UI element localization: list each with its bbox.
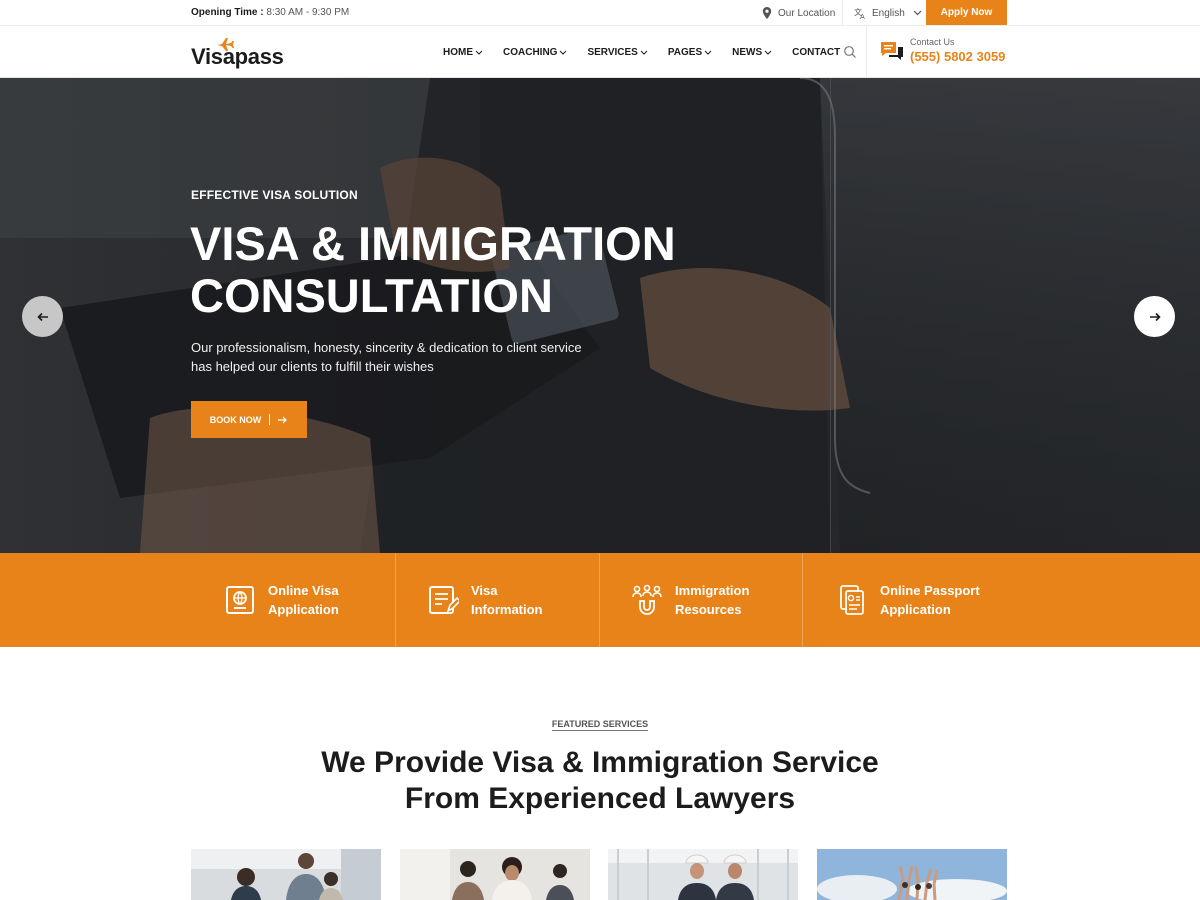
hero-description: Our professionalism, honesty, sincerity … [191,338,591,376]
service-card-image[interactable] [400,849,590,900]
button-divider [269,414,271,425]
nav-label: HOME [443,46,473,58]
nav-item-services[interactable]: SERVICES [587,26,648,78]
feature-label-line-1: Visa [471,583,498,598]
logo-text: Visapass [191,44,284,69]
nav-item-contact[interactable]: CONTACT [792,26,840,78]
arrow-left-icon [36,312,48,321]
nav-item-pages[interactable]: PAGES [668,26,712,78]
language-selector[interactable]: 文 A English [854,5,922,21]
passport-documents-icon [840,585,864,615]
contact-block[interactable]: Contact Us (555) 5802 3059 [880,37,1005,65]
feature-visa-information[interactable]: Visa Information [427,553,581,647]
nav-item-coaching[interactable]: COACHING [503,26,567,78]
hero-slider: EFFECTIVE VISA SOLUTION VISA & IMMIGRATI… [0,78,1200,553]
consultants-image [400,849,590,900]
feature-label-line-2: Information [471,602,543,617]
chevron-down-icon [475,50,483,55]
top-bar: Opening Time : 8:30 AM - 9:30 PM Our Loc… [0,0,1200,26]
section-title-line-2: From Experienced Lawyers [404,782,796,815]
map-pin-icon [762,7,772,19]
feature-immigration-resources[interactable]: Immigration Resources [631,553,785,647]
opening-time-label: Opening Time : [191,7,264,18]
svg-text:A: A [860,13,865,20]
section-eyebrow: FEATURED SERVICES [0,719,1200,731]
nav-label: SERVICES [587,46,638,58]
celebration-image [817,849,1007,900]
apply-now-button[interactable]: Apply Now [926,0,1007,25]
hero-description-line-1: Our professionalism, honesty, sincerity … [191,340,582,355]
language-label: English [872,7,905,19]
location-label: Our Location [778,7,836,19]
document-edit-icon [429,586,459,614]
people-magnet-icon [632,584,662,615]
service-card-image[interactable] [191,849,381,900]
hero-title: VISA & IMMIGRATION CONSULTATION [190,218,750,322]
nav-label: COACHING [503,46,558,58]
engineers-image [608,849,798,900]
team-meeting-image [191,849,381,900]
location-link[interactable]: Our Location [762,6,835,20]
service-card-image[interactable] [608,849,798,900]
feature-strip: Online Visa Application Visa Information… [0,553,1200,647]
hero-eyebrow: EFFECTIVE VISA SOLUTION [191,188,358,202]
topbar-divider [842,0,843,26]
header-divider [866,26,867,78]
slider-prev-button[interactable] [22,296,63,337]
chevron-down-icon [913,10,922,16]
airplane-icon [217,38,234,51]
service-card-image[interactable] [817,849,1007,900]
strip-divider [599,553,600,647]
contact-phone[interactable]: (555) 5802 3059 [910,48,1005,65]
translate-icon: 文 A [854,7,865,20]
chat-bubbles-icon [881,42,903,60]
section-eyebrow-text: FEATURED SERVICES [551,719,649,731]
nav-label: NEWS [732,46,763,58]
opening-time: Opening Time : 8:30 AM - 9:30 PM [191,7,349,18]
chevron-down-icon [560,50,567,55]
chevron-down-icon [704,50,712,55]
logo[interactable]: Visapass [191,37,291,69]
nav-item-home[interactable]: HOME [443,26,483,78]
search-icon[interactable] [843,45,857,59]
strip-divider [802,553,803,647]
feature-online-visa[interactable]: Online Visa Application [224,553,378,647]
nav-label: CONTACT [792,46,841,58]
section-title-line-1: We Provide Visa & Immigration Service [321,746,879,779]
book-now-button[interactable]: BOOK NOW [191,401,307,438]
chevron-down-icon [764,50,772,55]
feature-label-line-2: Application [268,602,339,617]
book-now-label: BOOK NOW [209,414,262,425]
feature-label-line-1: Immigration [675,583,750,598]
hero-title-line-1: VISA & IMMIGRATION [190,217,676,270]
arrow-right-icon [278,416,288,423]
feature-label-line-2: Resources [675,602,742,617]
feature-label-line-2: Application [880,602,951,617]
contact-label: Contact Us [910,37,955,47]
feature-online-passport[interactable]: Online Passport Application [836,553,990,647]
main-header: Visapass HOME COACHING SERVICES PAGES NE… [0,26,1200,78]
chevron-down-icon [640,50,648,55]
arrow-right-icon [1149,312,1161,321]
feature-label-line-1: Online Passport [880,583,980,598]
main-nav: HOME COACHING SERVICES PAGES NEWS CONTAC… [443,26,840,78]
hero-description-line-2: has helped our clients to fulfill their … [191,359,434,374]
feature-label-line-1: Online Visa [268,583,339,598]
opening-time-hours: 8:30 AM - 9:30 PM [266,7,350,18]
nav-item-news[interactable]: NEWS [732,26,772,78]
strip-divider [395,553,396,647]
section-title: We Provide Visa & Immigration Service Fr… [300,745,900,817]
passport-icon [226,586,254,614]
slider-next-button[interactable] [1134,296,1175,337]
hero-title-line-2: CONSULTATION [190,269,553,322]
nav-label: PAGES [667,46,703,58]
